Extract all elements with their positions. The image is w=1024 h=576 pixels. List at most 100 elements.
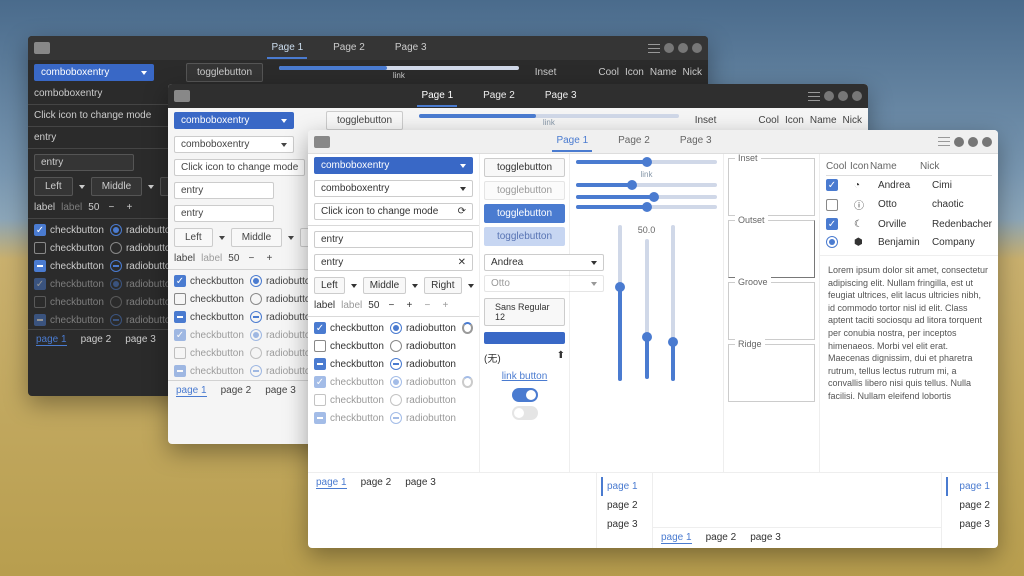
window-btn[interactable] <box>664 43 674 53</box>
table-row[interactable]: ✓☾OrvilleRedenbacher <box>826 215 992 233</box>
nb-tab-2[interactable]: page 2 <box>361 477 392 489</box>
table-row[interactable]: ⓘOttochaotic <box>826 194 992 215</box>
nb-tab-1[interactable]: page 1 <box>316 477 347 489</box>
tab-page2[interactable]: Page 2 <box>329 38 369 59</box>
linked-left[interactable]: Left <box>174 228 213 247</box>
linked-middle[interactable]: Middle <box>91 177 142 196</box>
window-btn[interactable] <box>968 137 978 147</box>
nbv-tab-2[interactable]: page 2 <box>601 496 648 515</box>
radiobutton[interactable]: radiobutton <box>390 340 456 352</box>
color-button[interactable] <box>484 332 565 344</box>
font-button[interactable]: Sans Regular 12 <box>484 298 565 326</box>
v-scale-1[interactable] <box>618 225 622 381</box>
window-btn[interactable] <box>954 137 964 147</box>
h-scale-4[interactable] <box>576 205 717 209</box>
col-name[interactable]: Name <box>870 161 920 172</box>
spin-value[interactable]: 50 <box>368 300 379 311</box>
radiobutton[interactable]: radiobutton <box>250 293 316 305</box>
entry-clear[interactable]: entry✕ <box>314 254 473 271</box>
bottom-tab-2[interactable]: page 2 <box>221 385 252 397</box>
radiobutton[interactable]: radiobutton <box>110 260 176 272</box>
combo-placeholder[interactable]: comboboxentry <box>34 88 102 99</box>
scale-slider[interactable] <box>419 114 679 118</box>
v-scale-3[interactable] <box>671 225 675 381</box>
tab-page1[interactable]: Page 1 <box>552 131 592 152</box>
toggle-button[interactable]: togglebutton <box>186 63 263 82</box>
linked-left[interactable]: Left <box>34 177 73 196</box>
window-btn[interactable] <box>692 43 702 53</box>
window-btn[interactable] <box>678 43 688 53</box>
linked-left[interactable]: Left <box>314 277 345 294</box>
spin-minus[interactable]: − <box>245 253 257 264</box>
nbb-tab-2[interactable]: page 2 <box>706 532 737 544</box>
checkbutton[interactable]: ✓checkbutton <box>174 275 244 287</box>
bottom-tab-3[interactable]: page 3 <box>125 334 156 346</box>
scale-slider[interactable] <box>279 66 519 70</box>
nbr-tab-3[interactable]: page 3 <box>946 515 994 534</box>
window-btn[interactable] <box>838 91 848 101</box>
combobox[interactable]: comboboxentry <box>174 136 294 153</box>
h-scale-3[interactable] <box>576 195 717 199</box>
combobox-entry[interactable]: comboboxentry <box>174 112 294 129</box>
nbr-tab-2[interactable]: page 2 <box>946 496 994 515</box>
tab-page2[interactable]: Page 2 <box>479 86 519 107</box>
radiobutton[interactable]: radiobutton <box>390 358 456 370</box>
nb-tab-3[interactable]: page 3 <box>405 477 436 489</box>
text-view[interactable]: Lorem ipsum dolor sit amet, consectetur … <box>820 256 998 411</box>
upload-icon[interactable]: ⬆ <box>557 350 565 365</box>
bottom-tab-3[interactable]: page 3 <box>265 385 296 397</box>
bottom-tab-1[interactable]: page 1 <box>176 385 207 397</box>
checkbutton[interactable]: checkbutton <box>34 260 104 272</box>
spin-minus[interactable]: − <box>105 202 117 213</box>
spin-plus[interactable]: + <box>263 253 275 264</box>
checkbutton[interactable]: checkbutton <box>174 293 244 305</box>
spin-value[interactable]: 50 <box>228 253 239 264</box>
menu-icon[interactable] <box>808 90 820 102</box>
nbr-tab-1[interactable]: page 1 <box>946 477 994 496</box>
file-chooser[interactable]: (无) <box>484 350 501 365</box>
v-scale-2[interactable] <box>645 239 649 379</box>
toggle-button-active[interactable]: togglebutton <box>484 204 565 223</box>
row-radio[interactable] <box>826 236 838 248</box>
combobox[interactable]: comboboxentry <box>314 180 473 197</box>
linked-middle[interactable]: Middle <box>363 277 406 294</box>
combobox-entry[interactable]: comboboxentry <box>314 157 473 174</box>
radiobutton[interactable]: radiobutton <box>110 224 176 236</box>
entry-input[interactable]: entry <box>174 182 274 199</box>
switch-on[interactable] <box>512 388 538 402</box>
linked-right[interactable]: Right <box>424 277 461 294</box>
link-button[interactable]: link button <box>502 371 548 382</box>
mode-entry[interactable]: Click icon to change mode⟳ <box>314 203 473 220</box>
combobox-entry[interactable]: comboboxentry <box>34 64 154 81</box>
tab-page3[interactable]: Page 3 <box>541 86 581 107</box>
nbv-tab-3[interactable]: page 3 <box>601 515 648 534</box>
linked-middle[interactable]: Middle <box>231 228 282 247</box>
spin-value[interactable]: 50 <box>88 202 99 213</box>
checkbutton[interactable]: ✓checkbutton <box>34 224 104 236</box>
nbb-tab-3[interactable]: page 3 <box>750 532 781 544</box>
tab-page1[interactable]: Page 1 <box>267 38 307 59</box>
checkbutton[interactable]: checkbutton <box>34 242 104 254</box>
mode-entry[interactable]: Click icon to change mode <box>174 159 305 176</box>
nbb-tab-1[interactable]: page 1 <box>661 532 692 544</box>
checkbutton[interactable]: checkbutton <box>314 358 384 370</box>
spin-plus[interactable]: + <box>123 202 135 213</box>
h-scale-2[interactable] <box>576 183 717 187</box>
spin-minus[interactable]: − <box>385 300 397 311</box>
table-row[interactable]: ⬢BenjaminCompany <box>826 233 992 251</box>
checkbutton[interactable]: ✓checkbutton <box>314 322 384 334</box>
radiobutton[interactable]: radiobutton <box>250 311 316 323</box>
spin-plus[interactable]: + <box>403 300 415 311</box>
bottom-tab-2[interactable]: page 2 <box>81 334 112 346</box>
toggle-button-soft[interactable]: togglebutton <box>484 227 565 246</box>
clear-icon[interactable]: ✕ <box>458 257 466 268</box>
radiobutton[interactable]: radiobutton <box>390 322 456 334</box>
toggle-button[interactable]: togglebutton <box>484 158 565 177</box>
menu-icon[interactable] <box>938 136 950 148</box>
checkbutton[interactable]: checkbutton <box>314 340 384 352</box>
row-check[interactable]: ✓ <box>826 218 838 230</box>
row-check[interactable]: ✓ <box>826 179 838 191</box>
col-icon[interactable]: Icon <box>850 161 870 172</box>
tab-page1[interactable]: Page 1 <box>417 86 457 107</box>
entry-input2[interactable]: entry <box>174 205 274 222</box>
